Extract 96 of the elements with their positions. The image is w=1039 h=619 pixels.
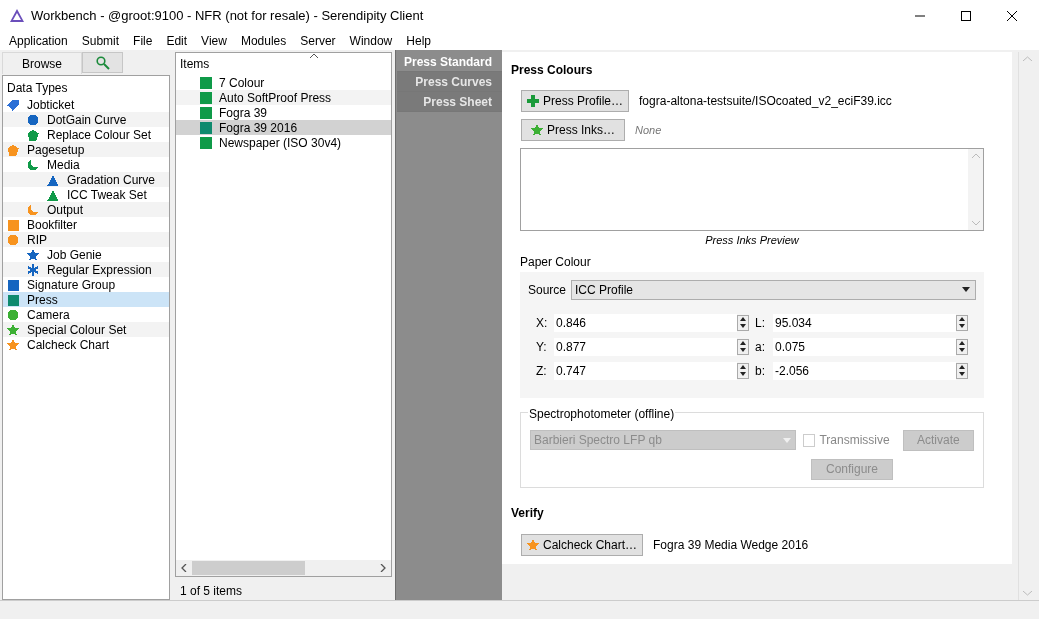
scroll-right-icon[interactable] — [380, 564, 386, 572]
inks-value: None — [635, 122, 662, 138]
tree-item-label: DotGain Curve — [47, 111, 127, 129]
menu-item[interactable]: Application — [2, 31, 75, 50]
search-tab[interactable] — [82, 52, 123, 73]
tree-item-label: RIP — [27, 231, 47, 249]
field-label: Y: — [536, 338, 548, 356]
tree-item-label: Gradation Curve — [67, 171, 156, 189]
tree-item[interactable]: Pagesetup — [3, 142, 169, 157]
tree-item-label: Regular Expression — [47, 261, 152, 279]
section-title: Verify — [511, 504, 545, 522]
list-header: Items — [180, 56, 210, 73]
square-icon — [200, 136, 212, 149]
item-count: 1 of 5 items — [179, 583, 244, 600]
number-field[interactable]: 0.877 — [554, 337, 737, 356]
field-label: a: — [755, 338, 766, 356]
tree-item[interactable]: Special Colour Set — [3, 322, 169, 337]
window-title: Workbench - @groot:9100 - NFR (not for resale) - Serendipity Client — [31, 6, 424, 25]
star-icon — [527, 538, 539, 551]
square-icon — [200, 76, 212, 89]
field-label: L: — [755, 314, 766, 332]
menu-item[interactable]: Submit — [74, 31, 127, 50]
tree-item-label: Replace Colour Set — [47, 126, 152, 144]
press-inks-button[interactable]: Press Inks… — [521, 119, 625, 141]
scroll-left-icon[interactable] — [181, 564, 187, 572]
tree-item-label: Camera — [27, 306, 70, 324]
menu-item[interactable]: Server — [293, 31, 343, 50]
field-label: b: — [755, 362, 766, 380]
source-label: Source — [528, 281, 567, 299]
square-icon — [200, 106, 212, 119]
spin-buttons[interactable] — [956, 314, 968, 331]
tree-item-label: Special Colour Set — [27, 321, 127, 339]
list-item[interactable]: Auto SoftProof Press — [176, 90, 391, 105]
search-icon — [95, 55, 110, 70]
spin-buttons[interactable] — [737, 362, 749, 379]
group-title: Paper Colour — [520, 253, 592, 271]
dropdown-arrow-icon — [962, 287, 970, 292]
tree-item-label: Job Genie — [47, 246, 102, 264]
tree-item-label: ICC Tweak Set — [67, 186, 147, 204]
tree-item-label: Calcheck Chart — [27, 337, 110, 354]
tree-item-label: Jobticket — [27, 96, 75, 114]
press-profile-button[interactable]: Press Profile… — [521, 90, 630, 112]
tree-item[interactable]: RIP — [3, 232, 169, 247]
tree-item[interactable]: Press — [3, 292, 169, 307]
menu-item[interactable]: Modules — [233, 31, 294, 50]
number-field[interactable]: 0.075 — [773, 337, 956, 356]
calcheck-chart-button[interactable]: Calcheck Chart… — [521, 533, 644, 556]
menu-item[interactable]: Help — [399, 31, 438, 50]
list-item-label: Newspaper (ISO 30v4) — [219, 135, 342, 152]
field-label: X: — [536, 314, 549, 332]
preview-caption: Press Inks Preview — [705, 233, 799, 248]
tree-item[interactable]: DotGain Curve — [3, 112, 169, 127]
square-icon — [200, 91, 212, 104]
tree-item-label: Media — [47, 157, 80, 174]
horizontal-scrollbar[interactable] — [176, 560, 391, 576]
section-title: Press Colours — [511, 62, 594, 77]
tree-item-label: Output — [47, 201, 84, 219]
spin-buttons[interactable] — [737, 314, 749, 331]
menu-item[interactable]: File — [126, 31, 160, 50]
app-logo-icon — [9, 7, 25, 24]
star-icon — [531, 124, 543, 136]
square-icon — [200, 121, 212, 134]
tree-item-label: Pagesetup — [27, 142, 85, 159]
close-icon[interactable] — [1006, 9, 1018, 22]
tree-item-label: Signature Group — [27, 277, 116, 294]
profile-path: fogra-altona-testsuite/ISOcoated_v2_eciF39.icc — [639, 93, 892, 110]
tree-item-label: Press — [27, 292, 58, 309]
tree-item[interactable]: Gradation Curve — [3, 172, 169, 187]
spin-buttons[interactable] — [737, 338, 749, 355]
field-label: Z: — [536, 362, 548, 380]
dropdown-arrow-icon — [782, 437, 791, 443]
number-field[interactable]: -2.056 — [773, 361, 956, 380]
list-item-label: Fogra 39 — [219, 104, 268, 122]
tree-item-label: Bookfilter — [27, 217, 78, 234]
menu-item[interactable]: Window — [342, 31, 400, 50]
plus-icon — [527, 95, 539, 107]
maximize-icon[interactable] — [960, 9, 972, 22]
list-item-label: Fogra 39 2016 — [219, 120, 298, 137]
spin-buttons[interactable] — [956, 338, 968, 355]
number-field[interactable]: 0.747 — [554, 361, 737, 380]
list-item-label: 7 Colour — [219, 74, 265, 92]
spin-buttons[interactable] — [956, 362, 968, 379]
tab[interactable]: Browse — [2, 52, 82, 74]
number-field[interactable]: 0.846 — [554, 313, 737, 332]
menu-item[interactable]: View — [194, 31, 234, 50]
menu-item[interactable]: Edit — [159, 31, 195, 50]
checkbox-label: Transmissive — [819, 432, 890, 449]
list-item[interactable]: Fogra 39 2016 — [176, 120, 391, 135]
source-dropdown[interactable]: ICC Profile — [571, 279, 976, 300]
list-item-label: Auto SoftProof Press — [219, 89, 332, 107]
collapse-caret-icon[interactable] — [310, 53, 318, 58]
chart-value: Fogra 39 Media Wedge 2016 — [653, 536, 809, 554]
tree-header: Data Types — [6, 80, 69, 97]
tree-item[interactable]: Output — [3, 202, 169, 217]
number-field[interactable]: 95.034 — [773, 313, 956, 332]
tree-item[interactable]: Regular Expression — [3, 262, 169, 277]
